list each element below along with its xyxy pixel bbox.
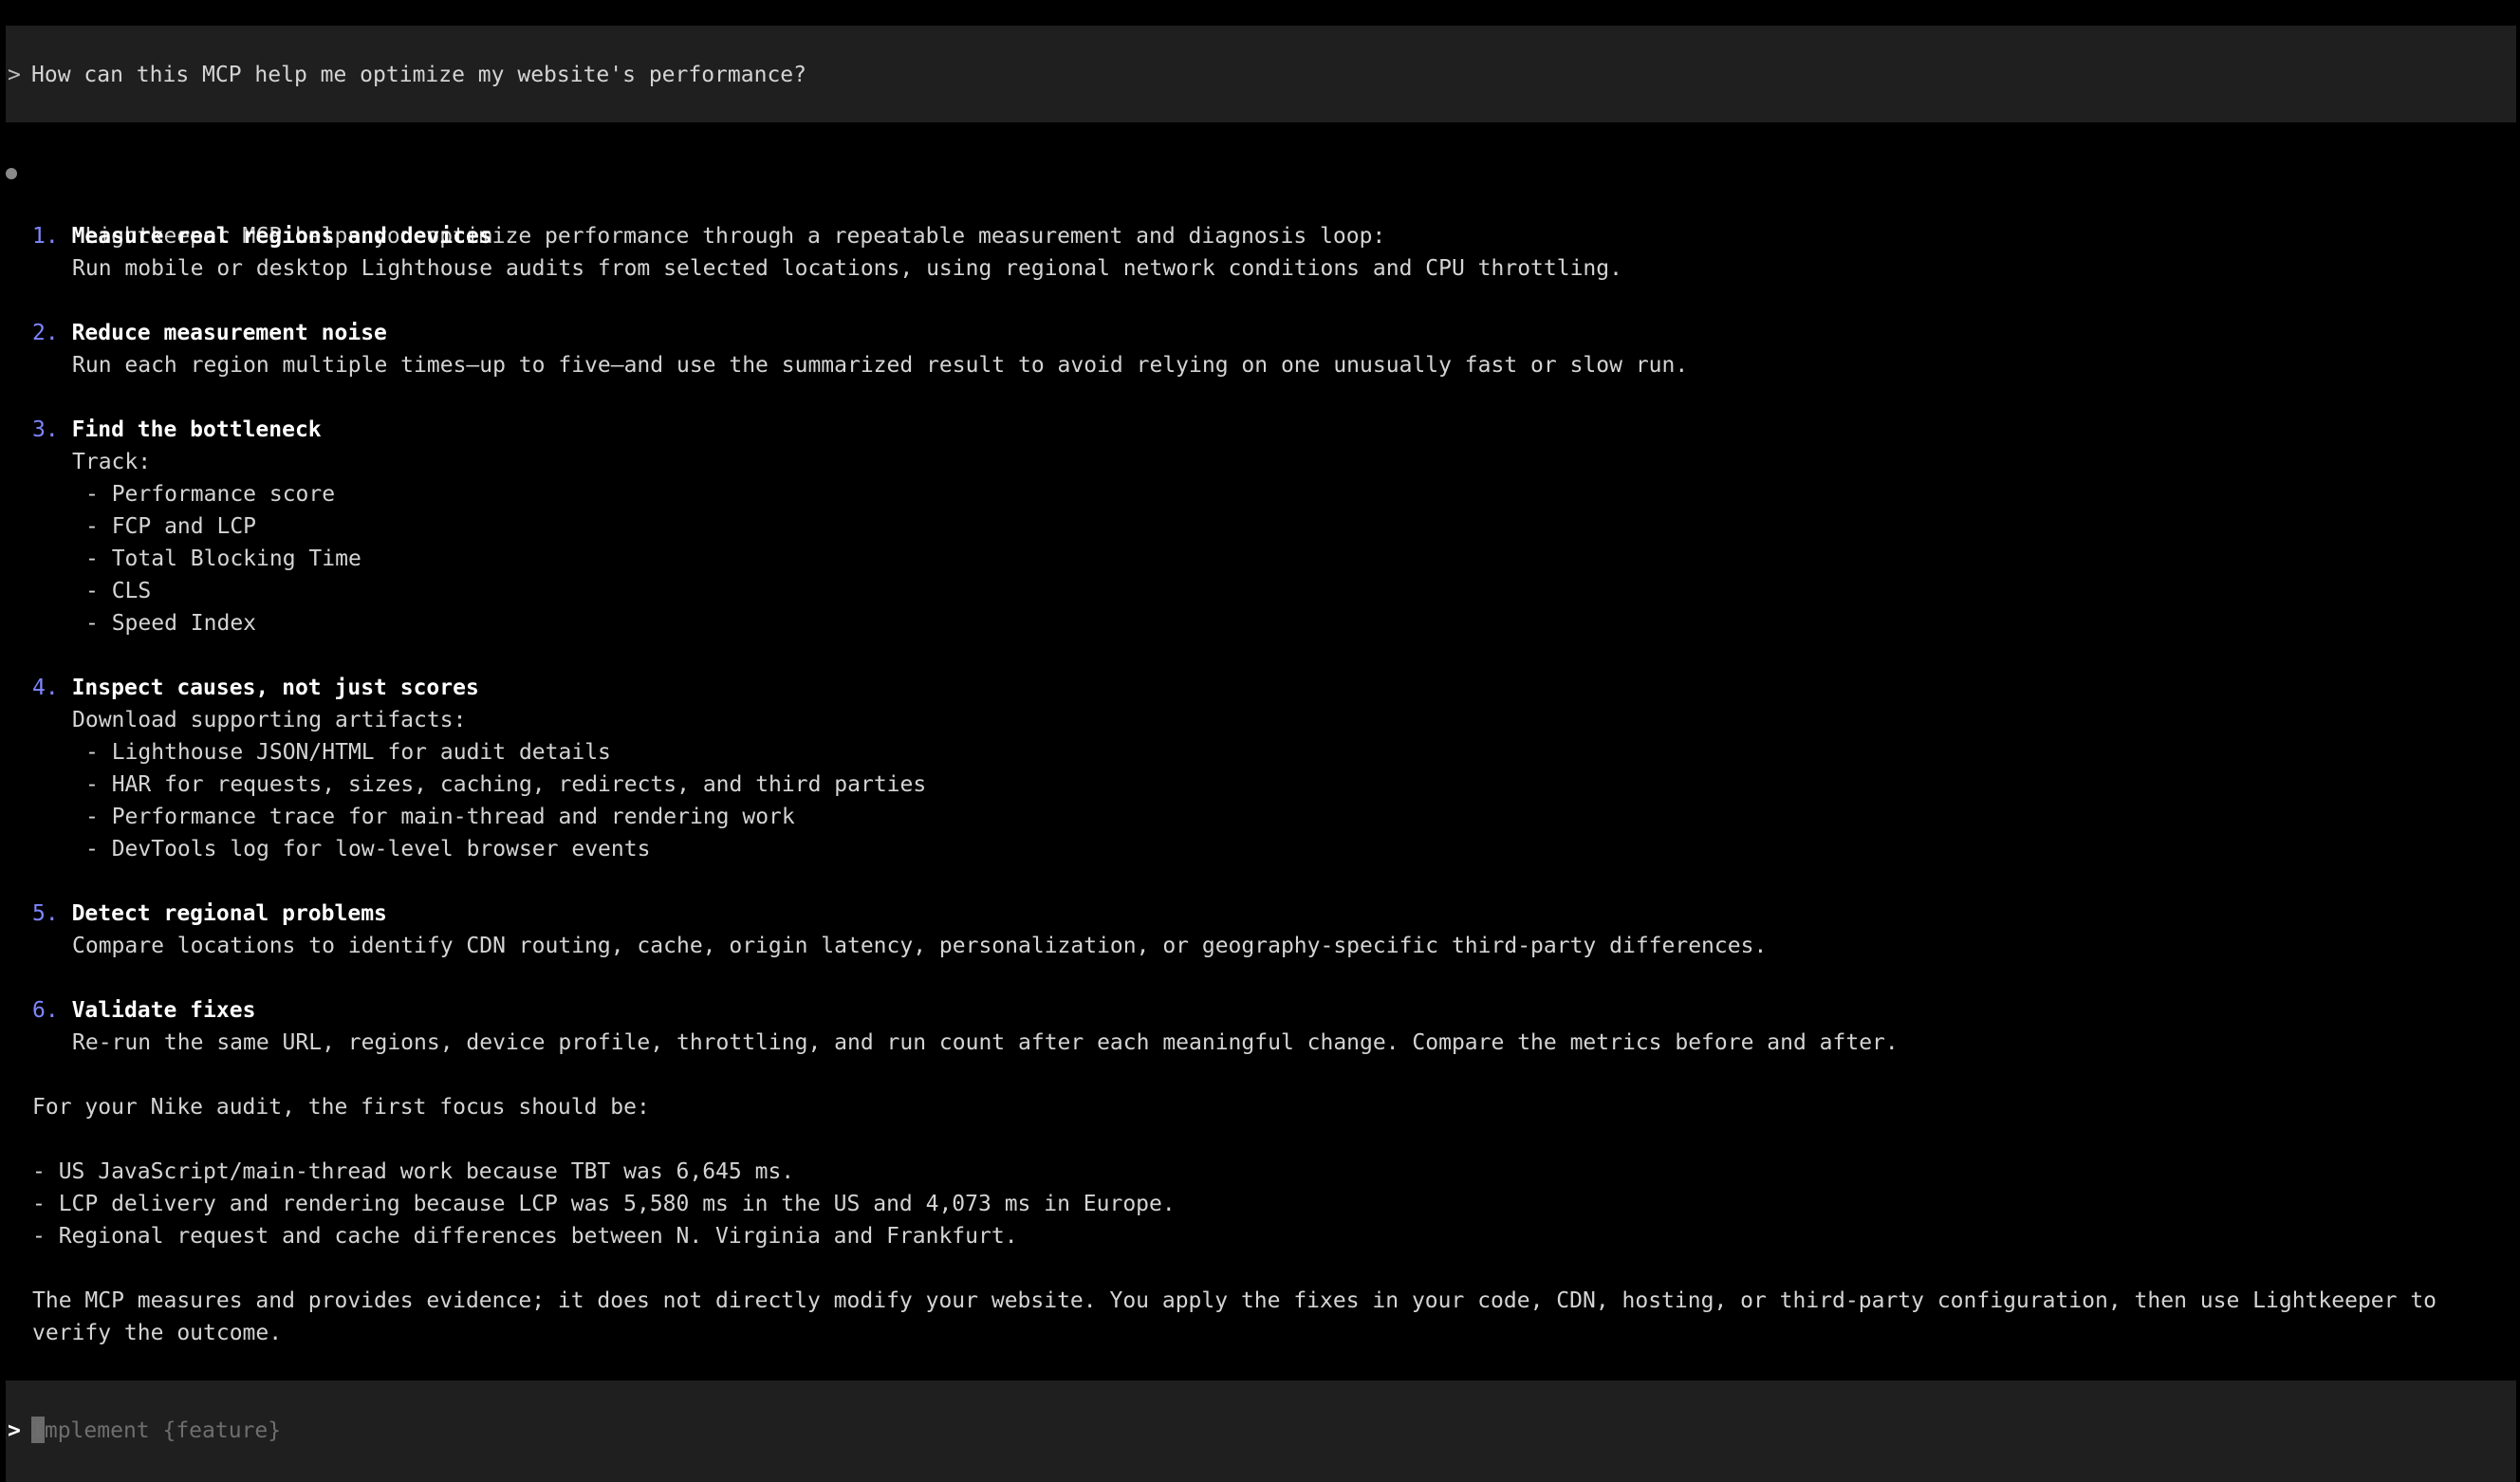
focus-item: - Regional request and cache differences… [32,1224,1018,1249]
step-number: 6. [32,998,59,1023]
list-item: - Performance trace for main-thread and … [85,805,795,829]
step-description: Download supporting artifacts: [72,708,467,732]
assistant-response: Lightkeeper MCP helps you optimize perfo… [0,156,2520,1349]
chat-input[interactable]: Implement {feature} [31,1415,281,1447]
list-item: - Speed Index [85,611,257,636]
step-number: 2. [32,321,59,345]
step-title: Reduce measurement noise [71,321,387,345]
closing-line: verify the outcome. [32,1321,283,1345]
focus-item: - LCP delivery and rendering because LCP… [32,1192,1176,1216]
step-number: 5. [32,901,59,926]
input-chevron-icon: > [8,1418,21,1443]
user-message-text: How can this MCP help me optimize my web… [31,63,806,87]
list-item: - Total Blocking Time [85,546,361,571]
step-description: Track: [72,450,152,474]
response-bullet-icon [6,168,17,179]
step-4-heading: 4. Inspect causes, not just scores [0,672,2520,704]
step-6-heading: 6. Validate fixes [0,994,2520,1027]
step-title: Measure real regions and devices [71,224,492,249]
input-placeholder-first-char: I [31,1418,45,1443]
list-item: - DevTools log for low-level browser eve… [85,837,651,861]
list-item: - CLS [85,579,152,603]
focus-item: - US JavaScript/main-thread work because… [32,1159,795,1184]
step-description: Run mobile or desktop Lighthouse audits … [72,256,1622,281]
step-description: Compare locations to identify CDN routin… [72,934,1768,958]
chat-input-box[interactable]: > Implement {feature} [6,1380,2516,1482]
step-2-heading: 2. Reduce measurement noise [0,317,2520,349]
step-title: Inspect causes, not just scores [71,676,479,700]
step-title: Detect regional problems [71,901,387,926]
step-description: Run each region multiple times—up to fiv… [72,353,1689,378]
step-3-heading: 3. Find the bottleneck [0,414,2520,446]
closing-line: The MCP measures and provides evidence; … [32,1288,2437,1313]
step-1-heading: 1. Measure real regions and devices [0,220,2520,252]
step-title: Validate fixes [71,998,256,1023]
input-placeholder: mplement {feature} [44,1418,282,1443]
list-item: - FCP and LCP [85,514,257,539]
response-intro-line: Lightkeeper MCP helps you optimize perfo… [0,156,2520,249]
list-item: - Lighthouse JSON/HTML for audit details [85,740,611,765]
user-message-block: > How can this MCP help me optimize my w… [6,26,2516,122]
list-item: - HAR for requests, sizes, caching, redi… [85,772,927,797]
list-item: - Performance score [85,482,336,507]
step-description: Re-run the same URL, regions, device pro… [72,1030,1899,1055]
focus-intro: For your Nike audit, the first focus sho… [32,1095,650,1120]
step-5-heading: 5. Detect regional problems [0,898,2520,930]
step-number: 3. [32,417,59,442]
step-number: 4. [32,676,59,700]
step-title: Find the bottleneck [71,417,322,442]
step-number: 1. [32,224,59,249]
prompt-chevron-icon: > [8,63,21,87]
